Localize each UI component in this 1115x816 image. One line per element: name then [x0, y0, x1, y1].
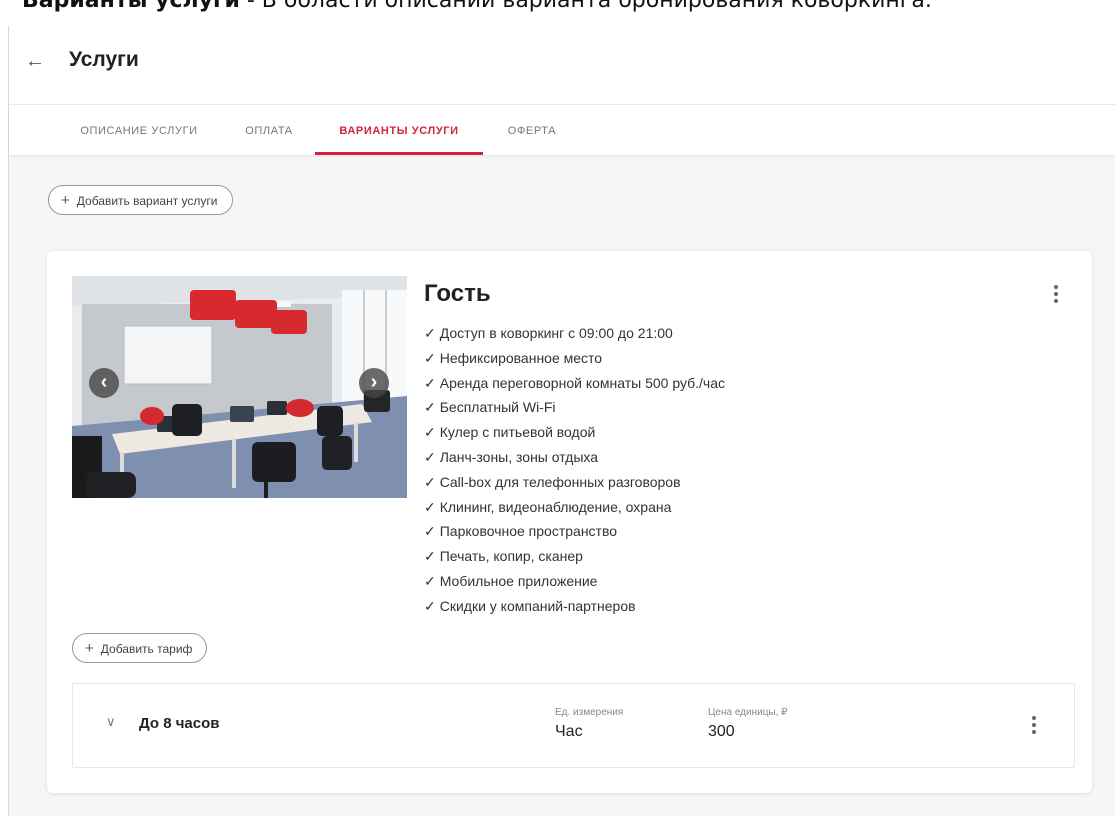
add-tariff-label: Добавить тариф: [100, 642, 193, 656]
feature-item: ✓ Доступ в коворкинг с 09:00 до 21:00: [424, 321, 725, 346]
tariff-more-icon[interactable]: [1029, 716, 1039, 736]
feature-text: Нефиксированное место: [439, 349, 603, 366]
check-icon: ✓: [424, 349, 436, 366]
feature-text: Клининг, видеонаблюдение, охрана: [439, 498, 672, 515]
plus-icon: +: [61, 192, 70, 209]
price-label: Цена единицы, ₽: [708, 707, 788, 718]
check-icon: ✓: [424, 498, 436, 515]
check-icon: ✓: [424, 325, 436, 341]
feature-text: Ланч-зоны, зоны отдыха: [439, 448, 599, 465]
feature-text: Печать, копир, сканер: [439, 548, 583, 565]
add-tariff-button[interactable]: + Добавить тариф: [72, 633, 208, 663]
chevron-down-icon[interactable]: ∨: [106, 714, 116, 730]
check-icon: ✓: [424, 424, 436, 441]
tab-service-variants-label: ВАРИАНТЫ УСЛУГИ: [339, 125, 459, 137]
feature-text: Бесплатный Wi-Fi: [439, 399, 556, 416]
tab-description[interactable]: ОПИСАНИЕ УСЛУГИ: [71, 105, 207, 155]
unit-label: Ед. измерения: [555, 707, 624, 718]
check-icon: ✓: [424, 399, 436, 416]
page-title: Услуги: [69, 48, 139, 71]
tab-offer-label: ОФЕРТА: [507, 125, 557, 137]
unit-value: Час: [555, 723, 583, 740]
coworking-photo: [72, 276, 407, 498]
tab-description-label: ОПИСАНИЕ УСЛУГИ: [80, 125, 198, 137]
services-app: ← Услуги ОПИСАНИЕ УСЛУГИ ОПЛАТА ВАРИАНТЫ…: [8, 26, 1115, 816]
plus-icon: +: [85, 640, 94, 657]
variant-photo-carousel: ‹ ›: [72, 276, 407, 498]
check-icon: ✓: [424, 374, 436, 391]
feature-text: Кулер с питьевой водой: [439, 424, 596, 441]
feature-item: ✓ Печать, копир, сканер: [424, 544, 725, 569]
check-icon: ✓: [424, 448, 436, 465]
feature-item: ✓ Мобильное приложение: [424, 569, 725, 594]
feature-item: ✓ Парковочное пространство: [424, 519, 725, 544]
tab-payment-label: ОПЛАТА: [245, 125, 293, 137]
check-icon: ✓: [424, 548, 436, 565]
feature-text: Мобильное приложение: [439, 572, 598, 589]
price-value: 300: [708, 723, 735, 740]
caption-text: - В области описании варианта бронирован…: [239, 0, 932, 13]
add-variant-button[interactable]: + Добавить вариант услуги: [48, 185, 233, 215]
tab-payment[interactable]: ОПЛАТА: [239, 105, 299, 155]
check-icon: ✓: [424, 572, 436, 589]
feature-text: Парковочное пространство: [439, 523, 618, 540]
caption-bold: Варианты услуги: [22, 0, 240, 13]
feature-text: Call-box для телефонных разговоров: [439, 473, 681, 490]
variant-title: Гость: [424, 280, 491, 307]
carousel-prev-icon[interactable]: ‹: [89, 368, 119, 398]
tab-offer[interactable]: ОФЕРТА: [502, 105, 562, 155]
feature-item: ✓ Ланч-зоны, зоны отдыха: [424, 445, 725, 470]
variant-card: ‹ › Гость ✓ Доступ в коворкинг с 09:00 до…: [47, 251, 1092, 793]
carousel-next-icon[interactable]: ›: [359, 368, 389, 398]
feature-text: Доступ в коворкинг с 09:00 до 21:00: [439, 325, 673, 341]
feature-item: ✓ Call-box для телефонных разговоров: [424, 470, 725, 495]
variant-features-list: ✓ Доступ в коворкинг с 09:00 до 21:00 ✓ Не…: [424, 321, 725, 619]
tab-service-variants[interactable]: ВАРИАНТЫ УСЛУГИ: [315, 105, 483, 155]
check-icon: ✓: [424, 523, 436, 540]
feature-item: ✓ Нефиксированное место: [424, 346, 725, 371]
feature-item: ✓ Кулер с питьевой водой: [424, 420, 725, 445]
feature-item: ✓ Бесплатный Wi-Fi: [424, 395, 725, 420]
add-variant-label: Добавить вариант услуги: [76, 194, 218, 208]
feature-text: Скидки у компаний-партнеров: [439, 597, 636, 614]
check-icon: ✓: [424, 597, 436, 614]
back-arrow-icon[interactable]: ←: [25, 50, 45, 73]
tariff-row: ∨ До 8 часов Ед. измерения Час Цена един…: [72, 683, 1075, 768]
feature-text: Аренда переговорной комнаты 500 руб./час: [439, 374, 726, 391]
feature-item: ✓ Скидки у компаний-партнеров: [424, 594, 725, 619]
feature-item: ✓ Аренда переговорной комнаты 500 руб./ча…: [424, 371, 725, 396]
tariff-name: До 8 часов: [139, 715, 220, 732]
feature-item: ✓ Клининг, видеонаблюдение, охрана: [424, 495, 725, 520]
check-icon: ✓: [424, 473, 436, 490]
page-header: ← Услуги: [9, 26, 1115, 105]
document-caption: Варианты услуги - В области описании вар…: [22, 0, 932, 13]
tab-bar: ОПИСАНИЕ УСЛУГИ ОПЛАТА ВАРИАНТЫ УСЛУГИ О…: [9, 105, 1115, 155]
variant-more-icon[interactable]: [1051, 285, 1061, 305]
